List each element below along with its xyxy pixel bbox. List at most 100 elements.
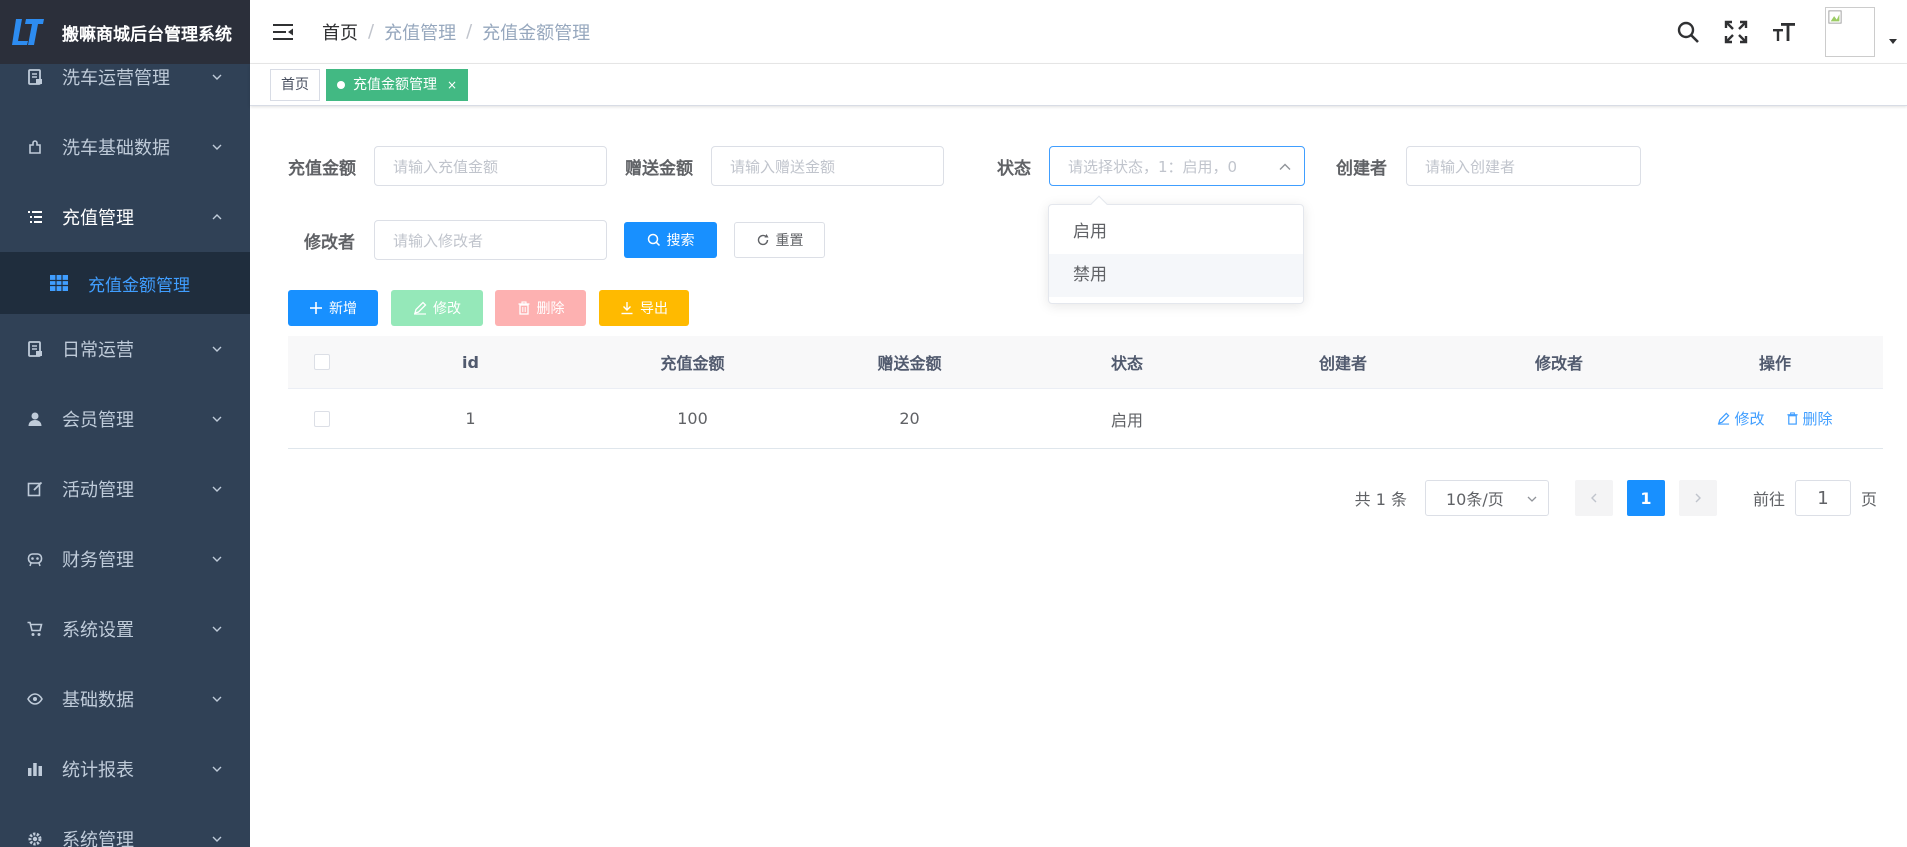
search-icon bbox=[647, 233, 660, 247]
sidebar-item-system-settings[interactable]: 系统设置 bbox=[0, 594, 250, 664]
col-header-amount: 充值金额 bbox=[660, 354, 725, 373]
chevron-down-icon bbox=[212, 416, 222, 422]
form-item-modifier: 修改者 请输入修改者 bbox=[304, 220, 607, 260]
sidebar-item-label: 基础数据 bbox=[62, 690, 134, 711]
sidebar-item-label: 洗车运营管理 bbox=[62, 68, 170, 89]
avatar[interactable] bbox=[1825, 7, 1875, 57]
cell-amount: 100 bbox=[677, 409, 708, 428]
row-edit-link[interactable]: 修改 bbox=[1717, 408, 1764, 429]
sidebar-item-system-management[interactable]: 系统管理 bbox=[0, 804, 250, 847]
edit-button-label: 修改 bbox=[433, 301, 461, 317]
puzzle-icon bbox=[26, 138, 44, 156]
reset-button[interactable]: 重置 bbox=[734, 222, 825, 258]
breadcrumb-home[interactable]: 首页 bbox=[322, 19, 358, 45]
select-all-checkbox[interactable] bbox=[314, 354, 330, 370]
form-item-recharge-amount: 充值金额 请输入充值金额 bbox=[288, 146, 607, 186]
tag-home[interactable]: 首页 bbox=[270, 68, 320, 101]
chevron-down-icon bbox=[212, 346, 222, 352]
export-button[interactable]: 导出 bbox=[599, 290, 689, 326]
caret-down-icon[interactable] bbox=[1887, 35, 1899, 47]
page-size-select[interactable]: 10条/页 bbox=[1424, 480, 1549, 516]
row-delete-label: 删除 bbox=[1802, 410, 1833, 428]
prev-page-button[interactable] bbox=[1574, 480, 1613, 516]
search-button-label: 搜索 bbox=[666, 233, 695, 249]
creator-input[interactable]: 请输入创建者 bbox=[1406, 146, 1641, 186]
status-option-disabled[interactable]: 禁用 bbox=[1049, 254, 1303, 297]
form-item-gift-amount: 赠送金额 请输入赠送金额 bbox=[625, 146, 944, 186]
edit-icon bbox=[26, 480, 44, 498]
status-dropdown: 启用 禁用 bbox=[1048, 195, 1304, 304]
sidebar-item-basic-data[interactable]: 基础数据 bbox=[0, 664, 250, 734]
status-select[interactable]: 请选择状态，1：启用，0 bbox=[1049, 146, 1305, 186]
sidebar-item-label: 充值管理 bbox=[62, 208, 134, 229]
gift-amount-input[interactable]: 请输入赠送金额 bbox=[711, 146, 944, 186]
trash-icon bbox=[518, 301, 529, 315]
sidebar-item-activity[interactable]: 活动管理 bbox=[0, 454, 250, 524]
col-header-operation: 操作 bbox=[1758, 354, 1791, 373]
breadcrumb-current: 充值金额管理 bbox=[482, 22, 591, 44]
chart-icon bbox=[26, 760, 44, 778]
sidebar-menu: 洗车运营管理 洗车基础数据 充值管理 充值金额管理 日常运营 会员管理 活动管理… bbox=[0, 42, 250, 847]
breadcrumb-parent: 充值管理 bbox=[384, 22, 457, 44]
logo-bar[interactable]: 搬嘛商城后台管理系统 bbox=[0, 0, 250, 64]
sidebar-item-label: 统计报表 bbox=[62, 760, 134, 781]
sidebar-item-statistics[interactable]: 统计报表 bbox=[0, 734, 250, 804]
add-button-label: 新增 bbox=[329, 301, 357, 317]
page-number-button[interactable]: 1 bbox=[1626, 480, 1665, 516]
close-icon[interactable]: × bbox=[447, 70, 457, 100]
chevron-down-icon bbox=[1527, 496, 1537, 502]
search-icon[interactable] bbox=[1675, 19, 1701, 45]
fullscreen-icon[interactable] bbox=[1723, 19, 1749, 45]
eye-icon bbox=[26, 690, 44, 708]
chevron-down-icon bbox=[212, 696, 222, 702]
document-icon bbox=[26, 340, 44, 358]
sidebar: 洗车运营管理 洗车基础数据 充值管理 充值金额管理 日常运营 会员管理 活动管理… bbox=[0, 0, 250, 847]
row-checkbox[interactable] bbox=[314, 410, 330, 427]
modifier-input[interactable]: 请输入修改者 bbox=[374, 220, 607, 260]
list-icon bbox=[26, 208, 44, 226]
delete-button[interactable]: 删除 bbox=[495, 290, 586, 326]
goto-suffix: 页 bbox=[1860, 490, 1877, 509]
search-button[interactable]: 搜索 bbox=[624, 222, 717, 258]
tag-recharge-amount[interactable]: 充值金额管理 × bbox=[326, 68, 469, 101]
broken-image-icon bbox=[1828, 10, 1842, 24]
chevron-down-icon bbox=[212, 626, 222, 632]
goto-label: 前往 bbox=[1752, 490, 1785, 509]
recharge-amount-input[interactable]: 请输入充值金额 bbox=[374, 146, 607, 186]
delete-button-label: 删除 bbox=[536, 301, 565, 317]
col-header-modifier: 修改者 bbox=[1534, 354, 1583, 373]
next-page-button[interactable] bbox=[1678, 480, 1717, 516]
sidebar-subitem-label: 充值金额管理 bbox=[88, 275, 190, 296]
form-item-creator: 创建者 请输入创建者 bbox=[1336, 146, 1641, 186]
sidebar-item-daily-operation[interactable]: 日常运营 bbox=[0, 314, 250, 384]
user-icon bbox=[26, 410, 44, 428]
tag-label: 首页 bbox=[281, 76, 309, 93]
sidebar-item-finance[interactable]: 财务管理 bbox=[0, 524, 250, 594]
sidebar-item-car-wash-basic[interactable]: 洗车基础数据 bbox=[0, 112, 250, 182]
pagination-total: 共 1 条 bbox=[1354, 490, 1407, 509]
page-size-value: 10条/页 bbox=[1445, 490, 1504, 509]
sidebar-subitem-recharge-amount[interactable]: 充值金额管理 bbox=[0, 252, 250, 314]
reset-button-label: 重置 bbox=[775, 233, 804, 249]
add-button[interactable]: 新增 bbox=[288, 290, 378, 326]
chevron-down-icon bbox=[212, 556, 222, 562]
goto-page-input[interactable]: 1 bbox=[1794, 480, 1851, 516]
hamburger-icon[interactable] bbox=[272, 21, 294, 43]
gear-icon bbox=[26, 830, 44, 847]
edit-icon bbox=[1718, 412, 1730, 425]
sidebar-item-label: 日常运营 bbox=[62, 340, 134, 361]
status-select-placeholder: 请选择状态，1：启用，0 bbox=[1068, 157, 1238, 176]
select-all-cell bbox=[288, 354, 356, 370]
trash-icon bbox=[1786, 412, 1798, 425]
active-dot-icon bbox=[337, 80, 345, 89]
document-icon bbox=[26, 68, 44, 86]
navbar-right bbox=[1675, 0, 1907, 64]
sidebar-item-recharge[interactable]: 充值管理 bbox=[0, 182, 250, 252]
col-header-creator: 创建者 bbox=[1318, 354, 1367, 373]
row-delete-link[interactable]: 删除 bbox=[1786, 408, 1833, 429]
font-size-icon[interactable] bbox=[1771, 19, 1797, 45]
sidebar-item-member[interactable]: 会员管理 bbox=[0, 384, 250, 454]
edit-button[interactable]: 修改 bbox=[391, 290, 483, 326]
status-option-enabled[interactable]: 启用 bbox=[1049, 211, 1303, 254]
sidebar-item-label: 系统设置 bbox=[62, 620, 134, 641]
